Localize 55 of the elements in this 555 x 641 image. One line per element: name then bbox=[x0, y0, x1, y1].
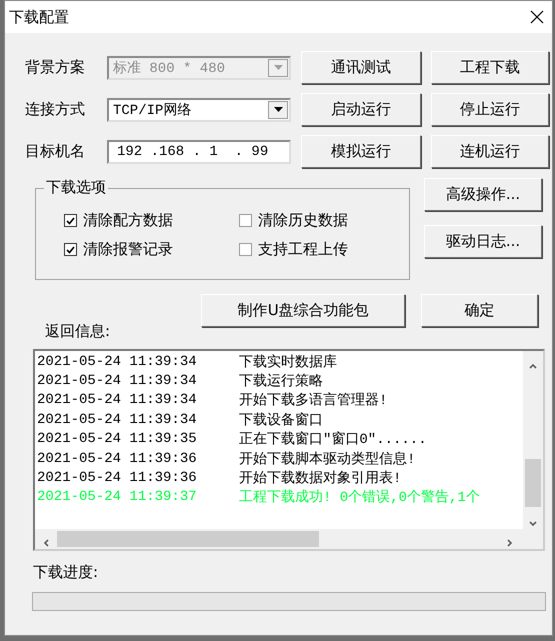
log-time: 2021-05-24 11:39:34 bbox=[37, 373, 198, 390]
log-message: 下载实时数据库 bbox=[239, 353, 337, 371]
chevron-icon[interactable] bbox=[505, 538, 515, 548]
action-button[interactable]: 模拟运行 bbox=[301, 135, 421, 168]
action-button[interactable]: 工程下载 bbox=[431, 51, 549, 84]
action-button[interactable]: 驱动日志... bbox=[424, 225, 542, 258]
usb-package-button[interactable]: 制作U盘综合功能包 bbox=[201, 294, 406, 327]
dropdown-field[interactable]: TCP/IP网络 bbox=[107, 98, 291, 122]
horizontal-scrollbar[interactable] bbox=[35, 529, 543, 549]
log-time: 2021-05-24 11:39:34 bbox=[37, 354, 198, 370]
log-time: 2021-05-24 11:39:36 bbox=[37, 450, 198, 467]
checkbox-label: 清除历史数据 bbox=[258, 211, 348, 230]
close-icon[interactable] bbox=[530, 10, 544, 24]
log-time: 2021-05-24 11:39:34 bbox=[37, 412, 198, 428]
log-message: 下载设备窗口 bbox=[239, 411, 323, 429]
group-title: 下载选项 bbox=[44, 178, 108, 197]
log-time: 2021-05-24 11:39:36 bbox=[37, 470, 198, 486]
chevron-icon[interactable] bbox=[528, 361, 538, 371]
log-message: 正在下载窗口"窗口0"...... bbox=[239, 430, 427, 448]
field-label: 背景方案 bbox=[25, 58, 86, 77]
action-button[interactable]: 连机运行 bbox=[431, 135, 549, 168]
checkbox-label: 清除报警记录 bbox=[83, 240, 173, 259]
log-message: 开始下载多语言管理器! bbox=[239, 391, 388, 410]
return-info-label: 返回信息: bbox=[45, 322, 112, 341]
log-message: 开始下载脚本驱动类型信息! bbox=[239, 450, 416, 468]
window-title: 下载配置 bbox=[9, 8, 69, 26]
caret-icon bbox=[274, 107, 282, 112]
ip-address-field[interactable]: 192 .168 . 1 . 99 bbox=[107, 140, 291, 164]
checkbox[interactable] bbox=[239, 214, 252, 227]
checkbox-label: 清除配方数据 bbox=[83, 211, 173, 230]
scrollbar-thumb[interactable] bbox=[525, 459, 541, 507]
ok-button[interactable]: 确定 bbox=[421, 294, 538, 327]
action-button[interactable]: 启动运行 bbox=[301, 93, 421, 126]
log-time: 2021-05-24 11:39:35 bbox=[37, 431, 198, 448]
chevron-icon[interactable] bbox=[41, 538, 51, 548]
checkbox-label: 支持工程上传 bbox=[258, 240, 348, 259]
chevron-icon[interactable] bbox=[528, 519, 538, 529]
dropdown-button[interactable] bbox=[268, 100, 288, 118]
vertical-scrollbar[interactable] bbox=[523, 351, 543, 529]
checkbox[interactable] bbox=[239, 243, 252, 256]
log-message: 工程下载成功! 0个错误,0个警告,1个 bbox=[239, 488, 480, 506]
scrollbar-thumb[interactable] bbox=[57, 531, 319, 547]
log-message: 开始下载数据对象引用表! bbox=[239, 470, 402, 488]
caret-icon bbox=[274, 65, 282, 70]
progress-label: 下载进度: bbox=[33, 563, 100, 582]
checkbox[interactable] bbox=[64, 214, 77, 227]
action-button[interactable]: 高级操作... bbox=[424, 178, 542, 211]
action-button[interactable]: 通讯测试 bbox=[301, 51, 421, 84]
checkbox[interactable] bbox=[64, 243, 77, 256]
action-button[interactable]: 停止运行 bbox=[431, 93, 549, 126]
field-label: 目标机名 bbox=[25, 142, 86, 161]
field-label: 连接方式 bbox=[25, 100, 86, 119]
log-time: 2021-05-24 11:39:37 bbox=[37, 489, 198, 506]
log-time: 2021-05-24 11:39:34 bbox=[37, 392, 198, 408]
log-message: 下载运行策略 bbox=[239, 372, 323, 390]
